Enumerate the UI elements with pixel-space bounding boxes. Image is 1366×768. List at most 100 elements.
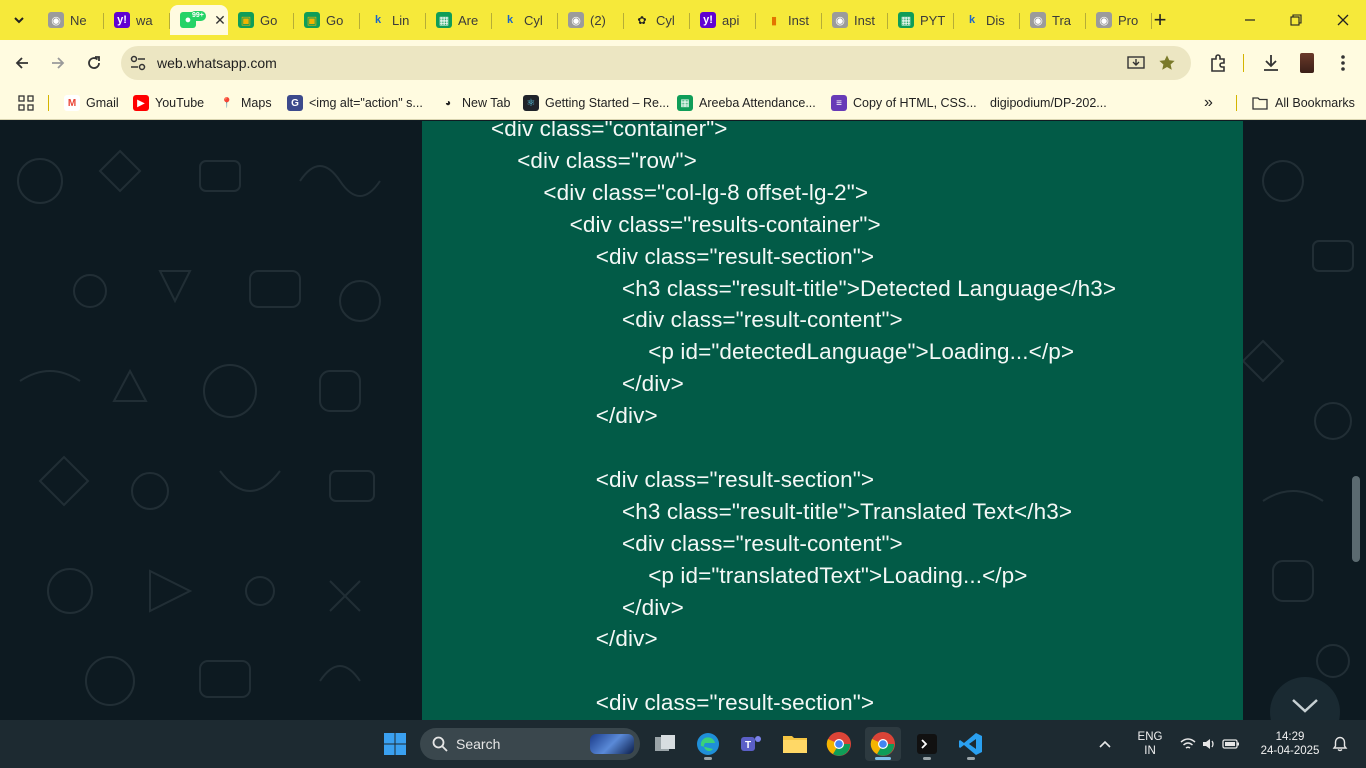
- download-icon: [1264, 55, 1278, 71]
- chrome-app[interactable]: [821, 727, 857, 761]
- chrome-app-active[interactable]: [865, 727, 901, 761]
- bookmarks-bar: M Gmail ▶ YouTube 📍 Maps G <img alt="action" s.…: [0, 86, 1366, 120]
- scrollbar-thumb[interactable]: [1352, 476, 1360, 562]
- apps-button[interactable]: [18, 92, 34, 114]
- bookmark-label: Maps: [241, 96, 272, 110]
- yahoo-icon: y!: [700, 12, 716, 28]
- google-classroom-icon: ▣: [238, 12, 254, 28]
- task-view-button[interactable]: [647, 727, 683, 761]
- teams-app[interactable]: T: [733, 727, 769, 761]
- tab-5[interactable]: k Lin: [360, 5, 426, 35]
- restore-icon: [1290, 14, 1302, 26]
- install-app-button[interactable]: [1124, 51, 1148, 75]
- new-tab-button[interactable]: +: [1148, 7, 1172, 32]
- tab-14[interactable]: k Dis: [954, 5, 1020, 35]
- tab-0[interactable]: ◉ Ne: [38, 5, 104, 35]
- downloads-button[interactable]: [1259, 51, 1283, 75]
- back-button[interactable]: [8, 49, 36, 77]
- gray-globe-icon: ◉: [832, 12, 848, 28]
- star-icon: [1159, 55, 1175, 70]
- bookmark-label: New Tab: [462, 96, 511, 110]
- bookmark-item[interactable]: digipodium/DP-202...: [990, 92, 1107, 114]
- running-indicator: [875, 757, 891, 760]
- code-line: </div>: [595, 626, 658, 652]
- tab-9[interactable]: ✿ Cyl: [624, 5, 690, 35]
- tab-15[interactable]: ◉ Tra: [1020, 5, 1086, 35]
- edge-app[interactable]: [690, 727, 726, 761]
- tab-1[interactable]: y! wa: [104, 5, 170, 35]
- code-line: <div class="result-section">: [595, 690, 875, 716]
- more-bookmarks-button[interactable]: »: [1204, 92, 1213, 114]
- bookmark-item[interactable]: ▶ YouTube: [133, 92, 204, 114]
- bookmark-item[interactable]: ⚛ Getting Started – Re...: [523, 92, 669, 114]
- whatsapp-web-page: <div class="container"> <div class="row">…: [0, 121, 1366, 720]
- tab-title: Go: [260, 12, 278, 28]
- tab-title: Cyl: [656, 12, 675, 28]
- tab-title: (2): [590, 12, 606, 28]
- tab-16[interactable]: ◉ Pro: [1086, 5, 1152, 35]
- menu-button[interactable]: [1331, 51, 1355, 75]
- folder-icon: [1252, 97, 1268, 110]
- tab-3[interactable]: ▣ Go: [228, 5, 294, 35]
- tab-title: Tra: [1052, 12, 1072, 28]
- close-tab-icon[interactable]: ✕: [212, 12, 228, 28]
- tab-4[interactable]: ▣ Go: [294, 5, 360, 35]
- show-hidden-icons-button[interactable]: [1093, 727, 1117, 761]
- search-label: Search: [456, 736, 501, 752]
- bookmark-label: digipodium/DP-202...: [990, 96, 1107, 110]
- vscode-app[interactable]: [953, 727, 989, 761]
- bookmark-star-button[interactable]: [1155, 51, 1179, 75]
- tab-13[interactable]: ▦ PYT: [888, 5, 954, 35]
- bookmark-item[interactable]: ≡ Copy of HTML, CSS...: [831, 92, 977, 114]
- tab-8[interactable]: ◉ (2): [558, 5, 624, 35]
- file-explorer-app[interactable]: [777, 727, 813, 761]
- restore-button[interactable]: [1273, 0, 1319, 40]
- bookmark-item[interactable]: ▦ Areeba Attendance...: [677, 92, 816, 114]
- tab-12[interactable]: ◉ Inst: [822, 5, 888, 35]
- bookmark-item[interactable]: M Gmail: [64, 92, 119, 114]
- toolbar-divider: [1243, 54, 1244, 72]
- bookmarks-divider: [48, 95, 49, 111]
- address-bar[interactable]: web.whatsapp.com: [121, 46, 1191, 80]
- code-image-message[interactable]: <div class="container"> <div class="row">…: [422, 121, 1243, 720]
- bookmark-item[interactable]: G <img alt="action" s...: [287, 92, 423, 114]
- tab-7[interactable]: k Cyl: [492, 5, 558, 35]
- close-window-button[interactable]: [1320, 0, 1366, 40]
- vscode-icon: [959, 733, 982, 755]
- tab-6[interactable]: ▦ Are: [426, 5, 492, 35]
- code-line: <h3 class="result-title">Translated Text…: [622, 498, 1073, 524]
- bookmark-label: Copy of HTML, CSS...: [853, 96, 977, 110]
- profile-button[interactable]: [1295, 51, 1319, 75]
- forward-button[interactable]: [44, 49, 72, 77]
- start-button[interactable]: [377, 727, 413, 761]
- reload-button[interactable]: [80, 49, 108, 77]
- react-icon: ⚛: [523, 95, 539, 111]
- language-code: ENG: [1137, 731, 1163, 743]
- bookmark-item[interactable]: 📍 Maps: [219, 92, 272, 114]
- tab-2[interactable]: ● 99+ ✕: [170, 5, 228, 35]
- windows-logo-icon: [384, 733, 406, 755]
- analytics-icon: ▮: [770, 14, 778, 27]
- kebab-menu-icon: [1341, 55, 1345, 71]
- tab-search-button[interactable]: [7, 8, 31, 32]
- site-info-icon[interactable]: [129, 54, 147, 72]
- notifications-button[interactable]: [1328, 727, 1352, 761]
- bookmark-label: YouTube: [155, 96, 205, 110]
- all-bookmarks-button[interactable]: All Bookmarks: [1252, 92, 1355, 114]
- taskbar-search[interactable]: Search: [420, 728, 640, 760]
- bookmark-item[interactable]: ◕ New Tab: [440, 92, 510, 114]
- maps-icon: 📍: [220, 97, 234, 109]
- gray-globe-icon: ◉: [568, 12, 584, 28]
- code-line: <div class="result-section">: [595, 243, 875, 269]
- minimize-button[interactable]: [1227, 0, 1273, 40]
- quick-settings-button[interactable]: [1176, 727, 1244, 761]
- tab-10[interactable]: y! api: [690, 5, 756, 35]
- bookmark-label: Areeba Attendance...: [699, 96, 816, 110]
- openai-icon: ✿: [637, 14, 647, 27]
- language-indicator[interactable]: ENG IN: [1130, 730, 1170, 758]
- terminal-app[interactable]: [909, 727, 945, 761]
- tab-11[interactable]: ▮ Inst: [756, 5, 822, 35]
- extensions-button[interactable]: [1206, 51, 1230, 75]
- tab-title: Pro: [1118, 12, 1139, 28]
- clock[interactable]: 14:29 24-04-2025: [1252, 730, 1328, 758]
